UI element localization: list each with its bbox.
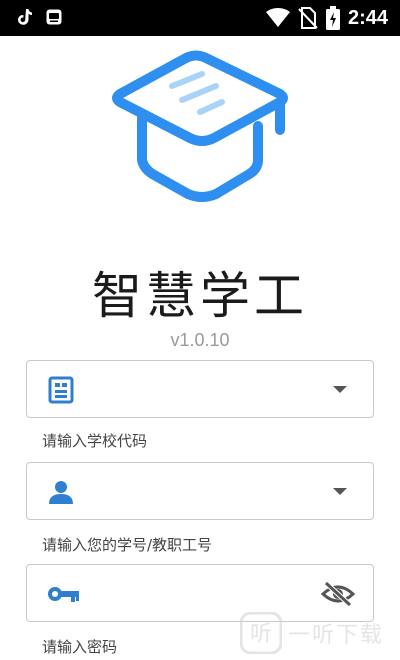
tiktok-icon <box>18 9 32 25</box>
app-notification-icon <box>46 9 62 25</box>
app-version: v1.0.10 <box>170 330 230 350</box>
school-code-select[interactable] <box>26 360 374 418</box>
battery-icon <box>325 6 340 30</box>
key-icon <box>48 587 79 602</box>
password-hint: 请输入密码 <box>42 638 118 656</box>
graduation-cap-logo <box>112 50 288 202</box>
person-icon <box>49 481 73 504</box>
school-building-icon <box>48 376 74 404</box>
watermark: 听 一听下载 <box>240 606 400 660</box>
watermark-text: 一听下载 <box>288 623 385 648</box>
status-bar: 2:44 <box>0 0 400 36</box>
wifi-icon <box>265 8 290 27</box>
chevron-down-icon[interactable] <box>333 386 347 393</box>
svg-text:听: 听 <box>250 622 272 647</box>
app-title: 智慧学工 <box>92 267 308 325</box>
account-hint: 请输入您的学号/教职工号 <box>42 536 213 554</box>
status-time: 2:44 <box>347 6 388 29</box>
account-select[interactable] <box>26 462 374 520</box>
no-sim-icon <box>298 7 318 29</box>
eye-off-icon[interactable] <box>321 580 355 608</box>
school-code-hint: 请输入学校代码 <box>42 432 148 450</box>
chevron-down-icon[interactable] <box>333 488 347 495</box>
watermark-logo-icon: 听 <box>240 612 282 654</box>
